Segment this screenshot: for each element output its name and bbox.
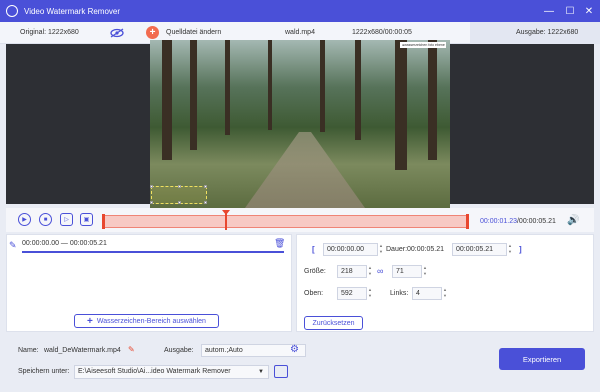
watermark-label: ●wasserzeichen foto ebene ✕	[400, 42, 446, 48]
watermark-selection-box[interactable]	[150, 185, 207, 204]
set-end-bracket-icon[interactable]: ]	[519, 245, 522, 254]
app-logo-icon	[6, 5, 18, 17]
fullscreen-icon[interactable]: ▣	[80, 213, 93, 226]
close-button[interactable]: ✕	[578, 0, 600, 22]
original-resolution: Original: 1222x680	[20, 29, 79, 36]
next-frame-icon[interactable]: ▷	[60, 213, 73, 226]
chevron-down-icon[interactable]: ▼	[254, 365, 268, 379]
end-time-field[interactable]: 00:00:05.21	[452, 243, 507, 256]
left-field[interactable]: 4	[412, 287, 442, 300]
video-preview	[150, 40, 450, 208]
timeline-start-handle[interactable]	[102, 214, 105, 229]
width-field[interactable]: 218	[337, 265, 367, 278]
title-bar: Video Watermark Remover	[0, 0, 600, 22]
segment-bar	[22, 251, 284, 253]
height-field[interactable]: 71	[392, 265, 422, 278]
minimize-button[interactable]: —	[538, 0, 560, 22]
start-time-stepper[interactable]: ▲ ▼	[377, 243, 385, 256]
file-name: wald.mp4	[285, 29, 315, 36]
window-title: Video Watermark Remover	[24, 6, 121, 16]
link-icon[interactable]: ∞	[377, 266, 383, 276]
time-display: 00:00:01.23/00:00:05.21	[480, 218, 556, 225]
current-time: 00:00:01.23	[480, 218, 517, 225]
preview-eye-icon[interactable]	[110, 28, 124, 38]
trash-icon[interactable]: 🗑	[274, 238, 285, 248]
save-path-field[interactable]: E:\Aiseesoft Studio\Ai...ideo Watermark …	[74, 365, 269, 379]
height-stepper[interactable]: ▲ ▼	[421, 265, 429, 278]
folder-icon[interactable]	[274, 365, 288, 378]
reset-button[interactable]: Zurücksetzen	[304, 316, 363, 330]
left-stepper[interactable]: ▲ ▼	[441, 287, 449, 300]
width-stepper[interactable]: ▲ ▼	[366, 265, 374, 278]
edit-name-icon[interactable]: ✎	[128, 345, 135, 354]
name-label: Name:	[18, 347, 39, 354]
export-button[interactable]: Exportieren	[499, 348, 585, 370]
volume-icon[interactable]: 🔊	[567, 215, 579, 226]
timeline-track[interactable]	[104, 215, 468, 228]
add-watermark-area-button[interactable]: + Wasserzeichen-Bereich auswählen	[74, 314, 219, 328]
brush-icon: ✎	[9, 240, 17, 250]
top-stepper[interactable]: ▲ ▼	[366, 287, 374, 300]
play-icon[interactable]: ▶	[18, 213, 31, 226]
set-start-bracket-icon[interactable]: [	[312, 245, 315, 254]
add-source-icon[interactable]: +	[146, 26, 159, 39]
start-time-field[interactable]: 00:00:00.00	[323, 243, 378, 256]
stop-icon[interactable]: ■	[39, 213, 52, 226]
output-name-value: wald_DeWatermark.mp4	[44, 347, 121, 354]
add-area-label: Wasserzeichen-Bereich auswählen	[96, 317, 206, 325]
playhead-marker-icon[interactable]	[222, 210, 230, 215]
timeline-end-handle[interactable]	[466, 214, 469, 229]
plus-icon: +	[87, 315, 93, 327]
file-info: 1222x680/00:00:05	[352, 29, 412, 36]
output-label: Ausgabe:	[164, 347, 194, 354]
output-resolution: Ausgabe: 1222x680	[516, 29, 579, 36]
gear-icon[interactable]: ⚙	[290, 344, 299, 355]
top-label: Oben:	[304, 290, 324, 297]
segment-range[interactable]: 00:00:00.00 — 00:00:05.21	[22, 240, 107, 247]
duration-label: Dauer:00:00:05.21	[386, 246, 444, 253]
left-label: Links:	[390, 290, 409, 297]
size-label: Größe:	[304, 268, 326, 275]
total-time: /00:00:05.21	[516, 218, 556, 225]
save-location-label: Speichern unter:	[18, 368, 70, 375]
end-time-stepper[interactable]: ▲ ▼	[506, 243, 514, 256]
change-source-button[interactable]: Quelldatei ändern	[166, 29, 221, 36]
top-field[interactable]: 592	[337, 287, 367, 300]
